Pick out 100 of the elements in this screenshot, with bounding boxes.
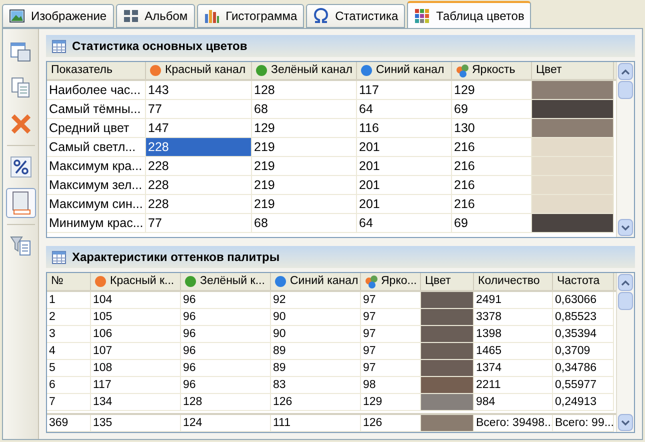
table-cell: Самый светл...	[47, 138, 146, 157]
table-cell: 98	[361, 377, 421, 394]
table-icon	[52, 250, 66, 264]
table-cell: Всего: 39498...	[474, 415, 553, 432]
table-cell: 135	[91, 415, 181, 432]
scroll-down-icon[interactable]	[618, 414, 633, 431]
delete-icon	[10, 113, 32, 135]
column-header[interactable]: Количество	[474, 273, 553, 290]
column-header[interactable]: Яркость	[452, 62, 532, 79]
table-cell: 64	[357, 100, 452, 119]
table-cell: 0,55977	[553, 377, 614, 394]
table-cell: 228	[146, 157, 252, 176]
table-cell: 3	[47, 326, 91, 343]
table-cell: 129	[361, 394, 421, 411]
table-cell: 108	[91, 360, 181, 377]
table-cell: 96	[181, 377, 271, 394]
table-cell: 129	[452, 81, 532, 100]
table-cell: 219	[252, 176, 357, 195]
section-title: Характеристики оттенков палитры	[72, 249, 280, 266]
table-cell: 83	[271, 377, 361, 394]
scrollbar[interactable]	[616, 62, 634, 237]
tab[interactable]: Статистика	[306, 4, 406, 28]
scroll-thumb[interactable]	[618, 81, 633, 99]
table-cell: 2211	[474, 377, 553, 394]
scroll-down-icon[interactable]	[618, 219, 633, 236]
table-cell: 0,85523	[553, 309, 614, 326]
table-cell: 369	[47, 415, 91, 432]
table-cell: 90	[271, 326, 361, 343]
table-cell: 201	[357, 157, 452, 176]
scroll-up-icon[interactable]	[618, 274, 633, 291]
table-cell: 128	[252, 81, 357, 100]
table-cell: 216	[452, 157, 532, 176]
scroll-up-icon[interactable]	[618, 63, 633, 80]
color-circles-icon	[365, 274, 379, 288]
table-cell: 89	[271, 343, 361, 360]
table-cell: 116	[357, 119, 452, 138]
column-header[interactable]: Синий канал	[271, 273, 361, 290]
table-cell: 0,63066	[553, 292, 614, 309]
table-cell: 126	[361, 415, 421, 432]
tab[interactable]: Таблица цветов	[407, 1, 532, 28]
table-cell: 7	[47, 394, 91, 411]
table-icon	[52, 40, 66, 52]
tab[interactable]: Альбом	[116, 4, 195, 28]
column-header[interactable]: Ярко...	[361, 273, 421, 290]
table-cell: 117	[357, 81, 452, 100]
table-cell: 134	[91, 394, 181, 411]
column-header[interactable]: Синий канал	[357, 62, 452, 79]
tab[interactable]: Изображение	[2, 4, 114, 28]
bar-chart-icon	[204, 8, 220, 24]
column-header[interactable]: №	[47, 273, 91, 290]
table-cell: 228	[146, 176, 252, 195]
document-icon	[10, 191, 32, 215]
color-circles-icon	[456, 64, 470, 78]
column-header[interactable]: Зелёный к...	[181, 273, 271, 290]
table-cell: 143	[146, 81, 252, 100]
table-cell: 0,34786	[553, 360, 614, 377]
picture-icon	[9, 8, 25, 24]
color-grid-icon	[414, 8, 430, 24]
table-cell: 216	[452, 195, 532, 214]
table-cell: 97	[361, 360, 421, 377]
table-cell: Минимум крас...	[47, 214, 146, 233]
table-cell: 4	[47, 343, 91, 360]
table-cell: 68	[252, 214, 357, 233]
scroll-thumb[interactable]	[618, 292, 633, 310]
table-cell: 107	[91, 343, 181, 360]
table-cell: 69	[452, 214, 532, 233]
table-cell: 97	[361, 309, 421, 326]
table-cell: 2	[47, 309, 91, 326]
filter-table-icon	[10, 235, 32, 257]
tab[interactable]: Гистограмма	[196, 4, 304, 28]
table-cell: 984	[474, 394, 553, 411]
table-cell: 96	[181, 343, 271, 360]
toolbar-button[interactable]	[6, 188, 36, 218]
column-header[interactable]: Зелёный канал	[252, 62, 357, 79]
table-cell: 219	[252, 157, 357, 176]
column-header[interactable]: Цвет	[532, 62, 614, 79]
table-cell: 228	[146, 138, 252, 157]
column-header[interactable]: Показатель	[47, 62, 146, 79]
table-cell: 124	[181, 415, 271, 432]
table-cell: 228	[146, 195, 252, 214]
table-cell: 147	[146, 119, 252, 138]
table-cell: 0,35394	[553, 326, 614, 343]
table-cell: 201	[357, 195, 452, 214]
table-cell: 1398	[474, 326, 553, 343]
table-cell: Максимум кра...	[47, 157, 146, 176]
table-cell: 201	[357, 138, 452, 157]
table-cell: 126	[271, 394, 361, 411]
table-cell: 129	[252, 119, 357, 138]
table-cell: 0,3709	[553, 343, 614, 360]
table-cell: 90	[271, 309, 361, 326]
column-header[interactable]: Красный к...	[91, 273, 181, 290]
scrollbar[interactable]	[616, 273, 634, 432]
column-header[interactable]: Красный канал	[146, 62, 252, 79]
table-cell: 3378	[474, 309, 553, 326]
column-header[interactable]: Цвет	[421, 273, 474, 290]
table-cell: 68	[252, 100, 357, 119]
table-cell: Всего: 99...	[553, 415, 614, 432]
table-cell: 89	[271, 360, 361, 377]
table-cell: 216	[452, 176, 532, 195]
column-header[interactable]: Частота	[553, 273, 614, 290]
